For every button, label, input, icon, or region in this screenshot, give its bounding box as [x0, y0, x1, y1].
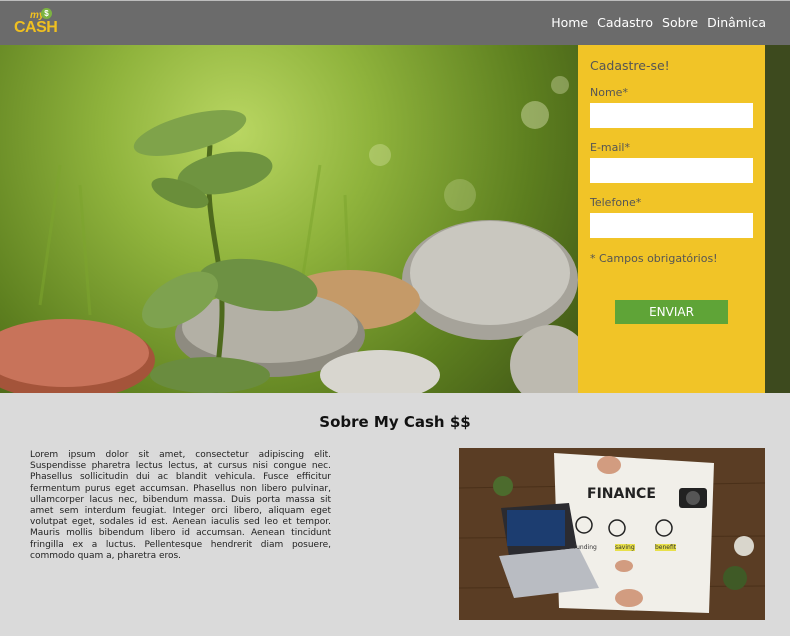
finance-desk-image: FINANCE funding saving benefit [459, 448, 765, 620]
finance-illustration [459, 448, 765, 620]
main-nav: Home Cadastro Sobre Dinâmica [551, 15, 766, 30]
dollar-coin-icon: $ [41, 8, 52, 19]
logo-cash-text: CASH [14, 19, 58, 36]
required-fields-note: * Campos obrigatórios! [590, 252, 718, 265]
name-input[interactable] [590, 103, 753, 128]
email-label: E-mail* [590, 141, 630, 154]
name-label: Nome* [590, 86, 628, 99]
mycash-logo[interactable]: my $ CASH [14, 8, 60, 40]
benefit-label: benefit [655, 544, 677, 551]
signup-form-panel: Cadastre-se! Nome* E-mail* Telefone* * C… [578, 45, 765, 393]
nav-sobre[interactable]: Sobre [662, 15, 698, 30]
about-paragraph: Lorem ipsum dolor sit amet, consectetur … [30, 450, 331, 561]
saving-label: saving [615, 544, 635, 551]
phone-input[interactable] [590, 213, 753, 238]
top-navbar: my $ CASH Home Cadastro Sobre Dinâmica [0, 0, 790, 45]
finance-heading: FINANCE [587, 486, 656, 502]
nav-cadastro[interactable]: Cadastro [597, 15, 653, 30]
phone-label: Telefone* [590, 196, 642, 209]
nav-dinamica[interactable]: Dinâmica [707, 15, 766, 30]
nav-home[interactable]: Home [551, 15, 588, 30]
email-input[interactable] [590, 158, 753, 183]
form-title: Cadastre-se! [590, 58, 670, 73]
funding-label: funding [574, 544, 597, 551]
about-title: Sobre My Cash $$ [319, 413, 471, 431]
submit-button[interactable]: ENVIAR [615, 300, 728, 324]
